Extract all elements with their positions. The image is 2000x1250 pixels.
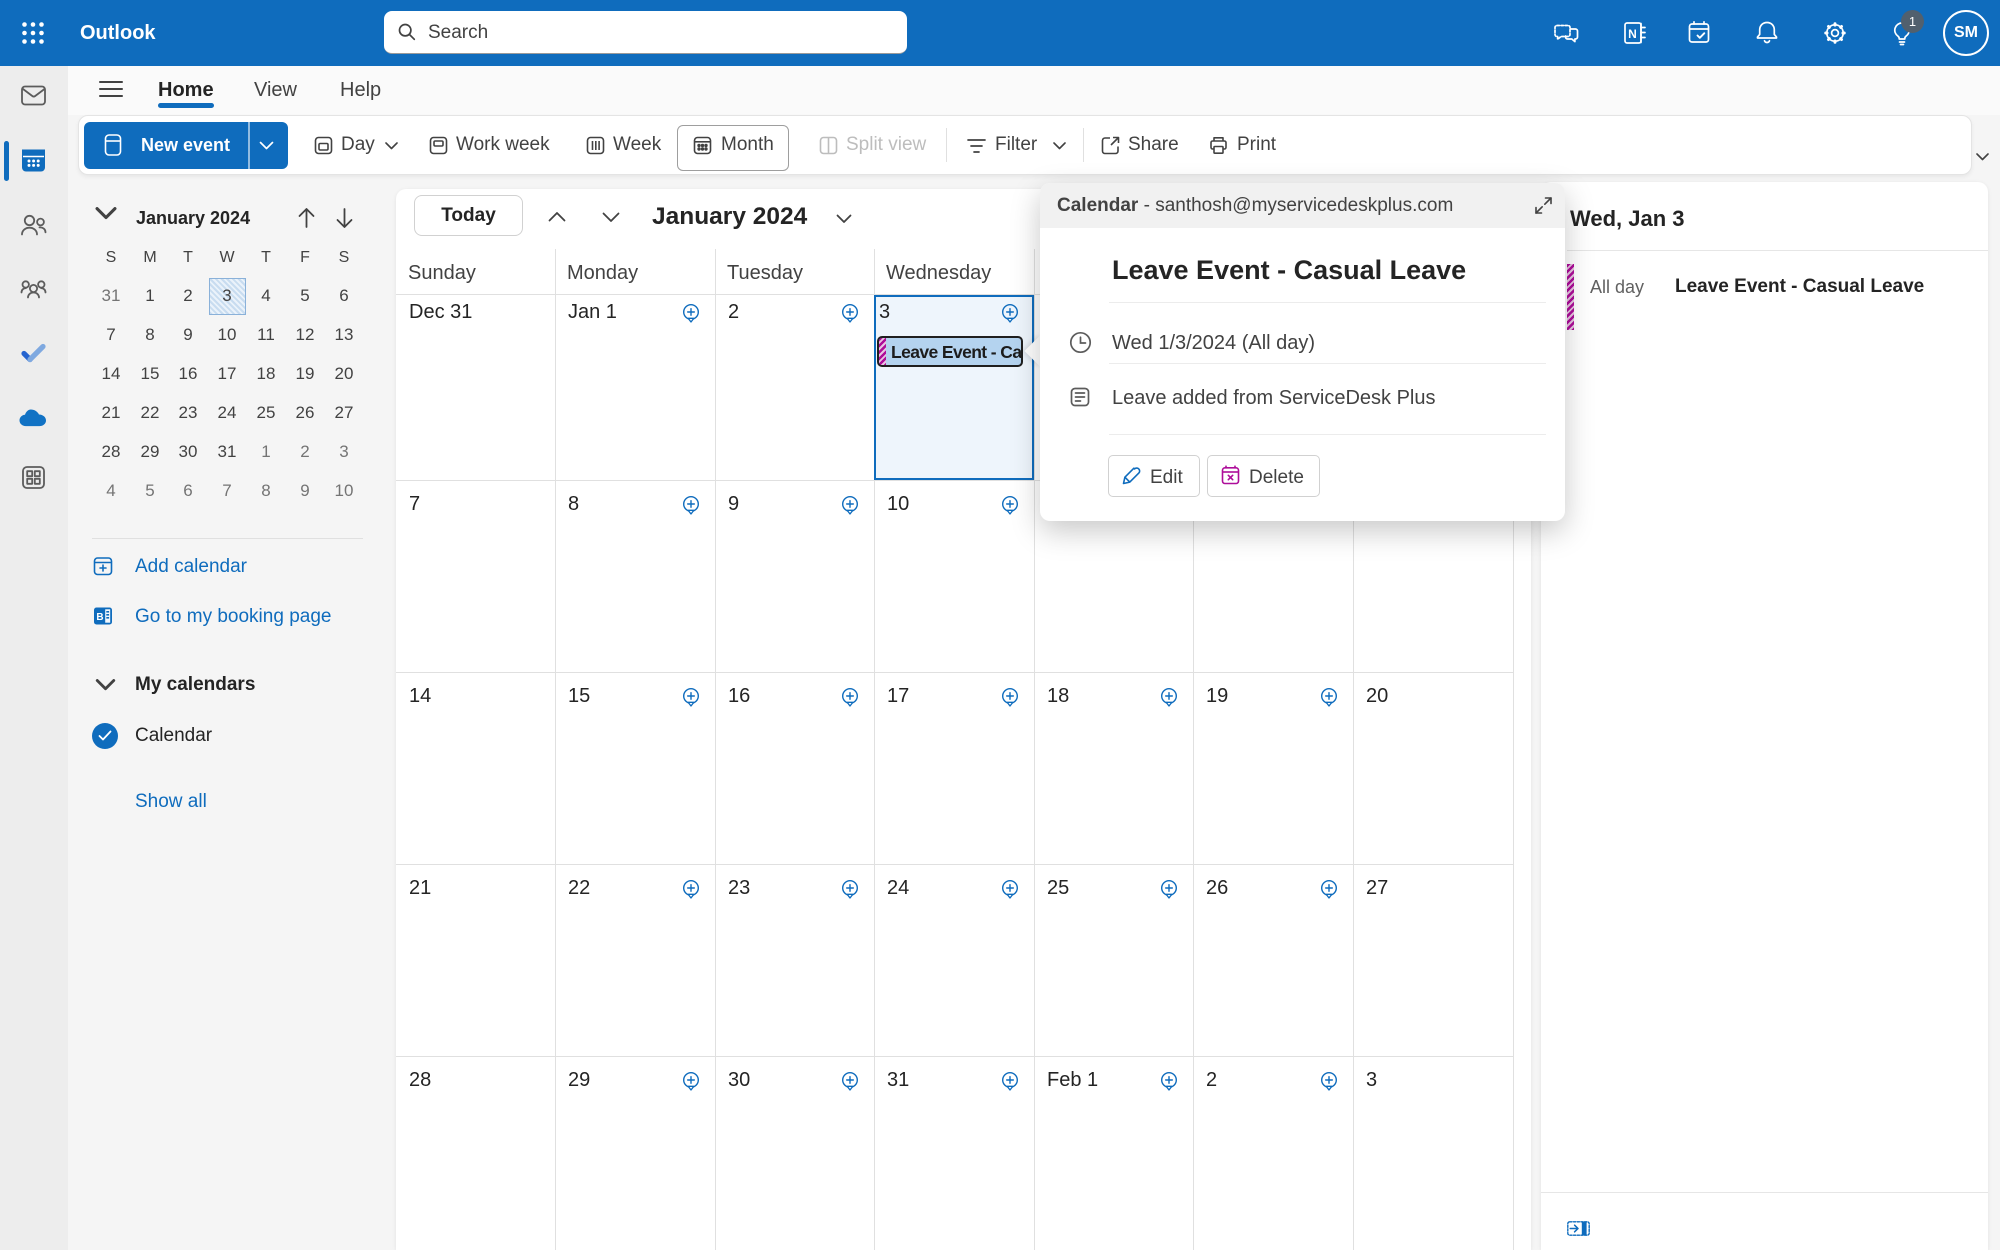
- svg-text:B: B: [96, 612, 103, 623]
- svg-text:N: N: [1628, 27, 1637, 41]
